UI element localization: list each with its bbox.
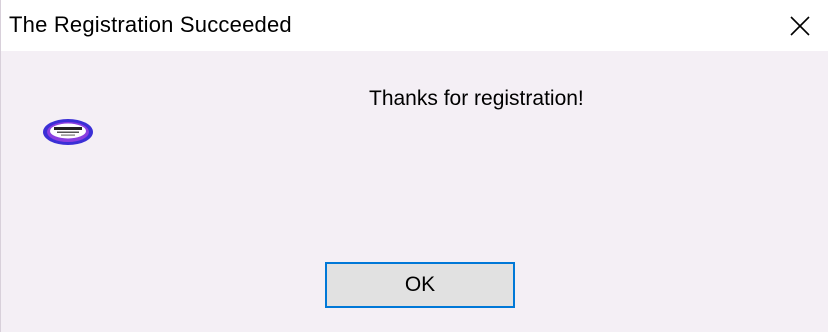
app-logo-icon (43, 119, 93, 145)
title-bar[interactable]: The Registration Succeeded (1, 0, 828, 51)
ok-button[interactable]: OK (325, 262, 515, 308)
window-title: The Registration Succeeded (9, 12, 292, 37)
close-button[interactable] (771, 0, 828, 51)
dialog-content: Thanks for registration! OK (1, 51, 828, 332)
ok-button-label: OK (404, 273, 436, 296)
success-message: Thanks for registration! (369, 87, 584, 110)
registration-dialog: The Registration Succeeded Thanks for re… (0, 0, 828, 332)
close-icon (790, 15, 810, 36)
